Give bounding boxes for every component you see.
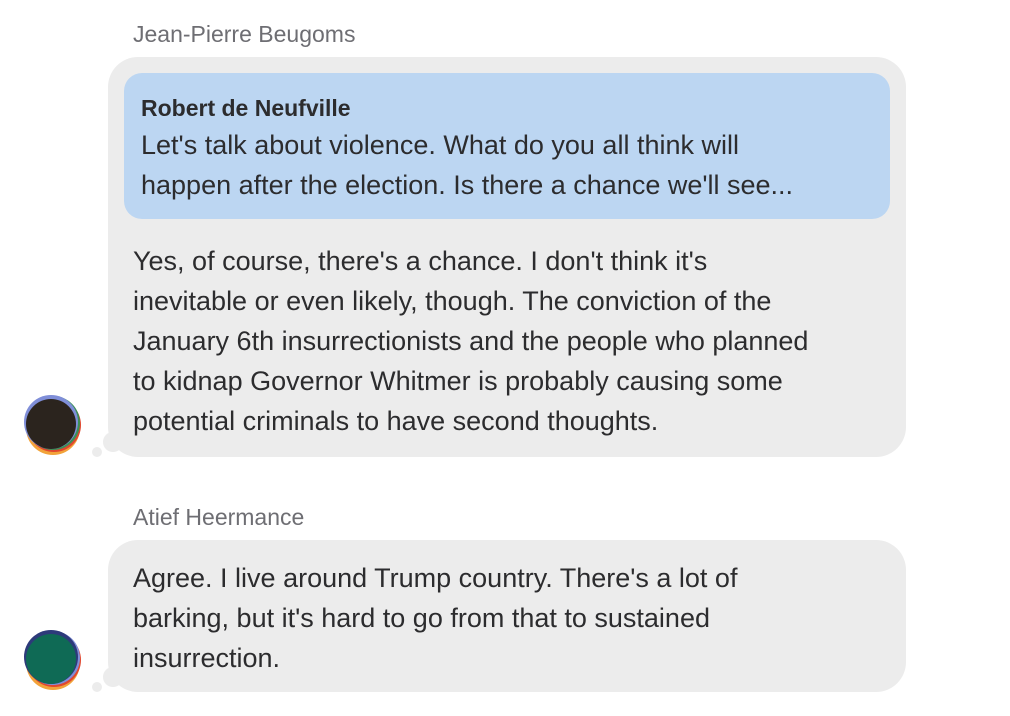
- sender-name: Jean-Pierre Beugoms: [133, 21, 356, 47]
- message-line: January 6th insurrectionists and the peo…: [133, 326, 809, 356]
- message-bubble[interactable]: Agree. I live around Trump country. Ther…: [108, 540, 906, 692]
- message-line: potential criminals to have second thoug…: [133, 406, 659, 436]
- message-line: inevitable or even likely, though. The c…: [133, 286, 772, 316]
- sender-name: Atief Heermance: [133, 504, 305, 530]
- quote-text: Let's talk about violence. What do you a…: [141, 125, 872, 205]
- message-text: Agree. I live around Trump country. Ther…: [108, 540, 906, 678]
- avatar[interactable]: [19, 392, 83, 456]
- message-line: Agree. I live around Trump country. Ther…: [133, 563, 738, 593]
- message-bubble[interactable]: Robert de Neufville Let's talk about vio…: [108, 57, 906, 457]
- quote-author: Robert de Neufville: [141, 95, 351, 121]
- message-line: insurrection.: [133, 643, 281, 673]
- message-text: Yes, of course, there's a chance. I don'…: [108, 219, 906, 441]
- bubble-tail: [103, 432, 123, 452]
- bubble-tail: [103, 667, 123, 687]
- quote-line: Let's talk about violence. What do you a…: [141, 130, 739, 160]
- avatar[interactable]: [19, 627, 83, 691]
- bubble-tail-dot: [92, 682, 102, 692]
- message-line: Yes, of course, there's a chance. I don'…: [133, 246, 708, 276]
- message-line: barking, but it's hard to go from that t…: [133, 603, 710, 633]
- abstract-avatar-icon: [24, 630, 81, 690]
- bubble-tail-dot: [92, 447, 102, 457]
- message-line: to kidnap Governor Whitmer is probably c…: [133, 366, 783, 396]
- abstract-avatar-icon: [24, 395, 81, 455]
- quote-line: happen after the election. Is there a ch…: [141, 170, 794, 200]
- quoted-message[interactable]: Robert de Neufville Let's talk about vio…: [124, 73, 890, 219]
